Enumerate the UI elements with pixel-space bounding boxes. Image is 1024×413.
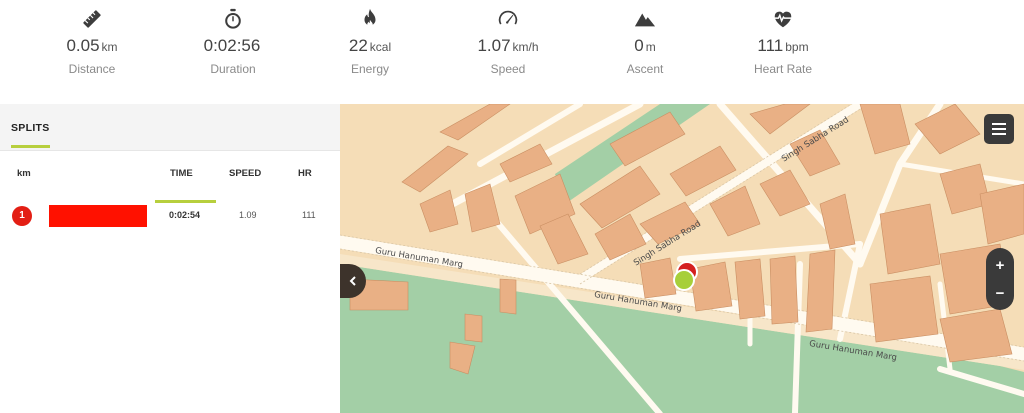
split-km-badge: 1	[12, 206, 32, 226]
stat-value: 1.07 km/h	[477, 36, 539, 55]
active-tab-underline	[11, 145, 50, 148]
stat-label: Energy	[350, 62, 390, 76]
column-header-km: km	[17, 168, 31, 179]
stat-duration: 0:02:56 Duration	[173, 6, 293, 76]
column-header-speed[interactable]: SPEED	[229, 168, 261, 179]
stat-label: Distance	[68, 62, 116, 76]
splits-tab[interactable]: SPLITS	[11, 122, 50, 134]
stat-label: Ascent	[626, 62, 664, 76]
hamburger-icon	[992, 123, 1006, 135]
stat-value: 0.05 km	[66, 36, 118, 55]
heart-rate-icon	[723, 6, 843, 32]
split-speed: 1.09	[239, 210, 257, 220]
stat-label: Speed	[490, 62, 526, 76]
stat-energy: 22 kcal Energy	[310, 6, 430, 76]
zoom-out-button[interactable]: −	[986, 279, 1014, 307]
route-end-marker[interactable]	[673, 269, 695, 291]
stat-value: 22 kcal	[348, 36, 392, 55]
mountain-icon	[585, 6, 705, 32]
stat-label: Duration	[210, 62, 256, 76]
split-time: 0:02:54	[169, 210, 201, 220]
split-hr: 111	[302, 210, 316, 220]
split-row[interactable]: 1 0:02:54 1.09 111	[0, 204, 340, 230]
split-pace-bar	[49, 205, 147, 227]
stat-ascent: 0m Ascent	[585, 6, 705, 76]
sorted-column-indicator	[155, 200, 216, 203]
stat-value: 111 bpm	[757, 36, 809, 55]
route-map[interactable]: Guru Hanuman Marg Guru Hanuman Marg Guru…	[340, 104, 1024, 413]
zoom-in-button[interactable]: +	[986, 251, 1014, 279]
stat-value: 0m	[634, 36, 656, 55]
workout-stats-bar: 0.05 km Distance 0:02:56 Duration 22 kcal …	[0, 0, 1024, 104]
zoom-control: + −	[986, 248, 1014, 310]
stat-speed: 1.07 km/h Speed	[448, 6, 568, 76]
stopwatch-icon	[173, 6, 293, 32]
stat-heart-rate: 111 bpm Heart Rate	[723, 6, 843, 76]
ruler-icon	[32, 6, 152, 32]
speedometer-icon	[448, 6, 568, 32]
stat-distance: 0.05 km Distance	[32, 6, 152, 76]
splits-tab-bar: SPLITS	[0, 104, 340, 151]
flame-icon	[310, 6, 430, 32]
column-header-hr[interactable]: HR	[298, 168, 312, 179]
column-header-time[interactable]: TIME	[170, 168, 193, 179]
stat-label: Heart Rate	[753, 62, 813, 76]
chevron-left-icon	[349, 276, 356, 286]
map-menu-button[interactable]	[984, 114, 1014, 144]
stat-value: 0:02:56	[203, 36, 261, 55]
splits-panel: SPLITS km TIME SPEED HR 1 0:02:54 1.09 1…	[0, 104, 340, 413]
